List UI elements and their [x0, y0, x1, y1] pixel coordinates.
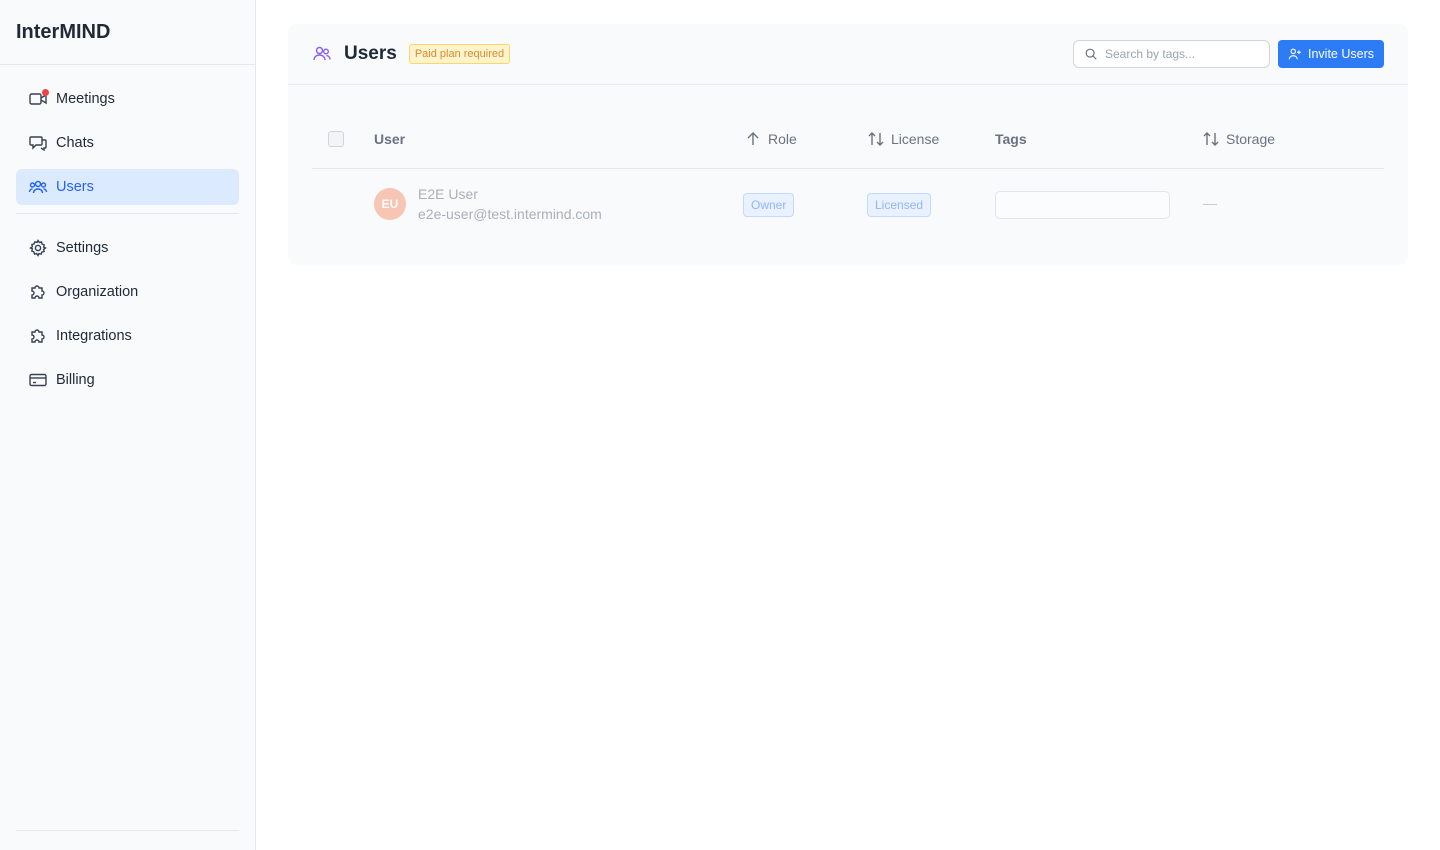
add-user-icon: [1288, 48, 1301, 60]
sidebar-item-billing[interactable]: Billing: [16, 362, 239, 398]
app-logo[interactable]: InterMIND: [0, 0, 255, 65]
avatar: EU: [374, 188, 406, 220]
chat-bubbles-icon: [28, 133, 48, 153]
users-icon: [28, 177, 48, 197]
puzzle-icon: [28, 282, 48, 302]
table-header: User Role License Tags Storage: [312, 109, 1384, 169]
invite-users-label: Invite Users: [1308, 47, 1374, 61]
search-icon: [1085, 48, 1097, 60]
sidebar-item-label: Billing: [56, 372, 95, 388]
video-camera-icon: [28, 89, 49, 109]
column-header-storage[interactable]: Storage: [1202, 130, 1275, 148]
notification-dot: [42, 89, 49, 96]
credit-card-icon: [28, 370, 48, 390]
sort-arrows-icon: [868, 131, 884, 146]
column-header-license[interactable]: License: [867, 130, 939, 148]
sort-arrows-icon: [1203, 131, 1219, 146]
header-actions: Invite Users: [1073, 40, 1384, 68]
sidebar-item-label: Users: [56, 179, 94, 195]
sidebar-item-settings[interactable]: Settings: [16, 230, 239, 266]
arrow-up-icon: [747, 131, 759, 145]
user-email: e2e-user@test.intermind.com: [418, 206, 602, 222]
sidebar-item-label: Chats: [56, 135, 94, 151]
sidebar-item-users[interactable]: Users: [16, 169, 239, 205]
sidebar-item-organization[interactable]: Organization: [16, 274, 239, 310]
sidebar-bottom-divider: [16, 830, 239, 831]
invite-users-button[interactable]: Invite Users: [1278, 40, 1384, 68]
sidebar-item-integrations[interactable]: Integrations: [16, 318, 239, 354]
sidebar: InterMIND Meetings Chats Users Settings …: [0, 0, 256, 850]
user-name: E2E User: [418, 186, 478, 202]
role-badge: Owner: [743, 193, 795, 217]
tag-search[interactable]: [1073, 40, 1270, 68]
select-all-checkbox[interactable]: [328, 131, 344, 147]
puzzle-icon: [28, 326, 48, 346]
tags-input[interactable]: [995, 191, 1170, 219]
users-card: Users Paid plan required Invite Users Us…: [288, 24, 1408, 265]
sidebar-item-label: Meetings: [56, 91, 115, 107]
sidebar-item-chats[interactable]: Chats: [16, 125, 239, 161]
gear-icon: [28, 238, 48, 258]
search-input[interactable]: [1105, 47, 1265, 61]
sidebar-nav: Meetings Chats Users Settings Organizati…: [0, 65, 255, 398]
page-title: Users: [344, 43, 397, 64]
sidebar-item-label: Integrations: [56, 328, 132, 344]
column-header-role[interactable]: Role: [744, 130, 797, 148]
license-badge: Licensed: [867, 193, 932, 217]
sidebar-item-label: Settings: [56, 240, 109, 256]
users-table: User Role License Tags Storage EU E2E Us…: [312, 109, 1384, 239]
paid-plan-badge: Paid plan required: [408, 44, 511, 64]
column-header-tags: Tags: [995, 130, 1027, 147]
page-header: Users Paid plan required Invite Users: [288, 24, 1408, 85]
table-row[interactable]: EU E2E User e2e-user@test.intermind.com …: [312, 169, 1384, 239]
users-icon: [312, 44, 332, 64]
storage-value: —: [1203, 195, 1217, 211]
sidebar-item-meetings[interactable]: Meetings: [16, 81, 239, 117]
column-header-user: User: [374, 130, 406, 147]
sidebar-item-label: Organization: [56, 284, 139, 300]
